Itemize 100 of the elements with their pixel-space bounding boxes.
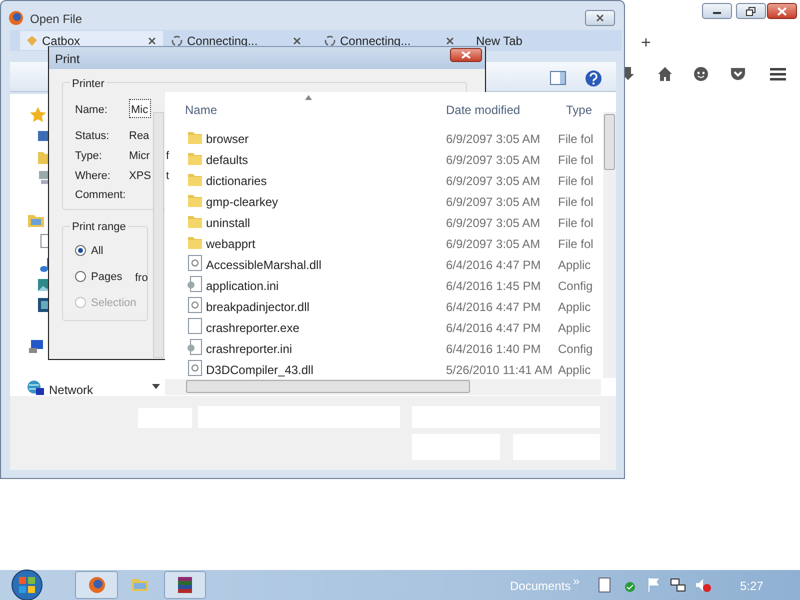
type-cell-text: File fol (558, 152, 594, 169)
window-title: Open File (30, 11, 82, 28)
type-cell-text: File fol (558, 236, 594, 253)
computer-icon[interactable] (28, 340, 44, 356)
field-label: Type: (75, 149, 102, 164)
close-button[interactable] (450, 48, 482, 62)
radio-label[interactable]: All (91, 243, 104, 260)
preview-pane-icon[interactable] (550, 70, 566, 86)
browser-tab[interactable]: New Tab (470, 31, 600, 50)
folder-icon (187, 171, 203, 187)
blank-file-icon (187, 318, 203, 334)
folder-icon (187, 213, 203, 229)
field-label: fro (135, 271, 148, 286)
file-name[interactable]: D3DCompiler_43.dll (206, 361, 314, 379)
restore-button[interactable] (736, 3, 766, 19)
file-name[interactable]: webapprt (206, 235, 256, 253)
dropdown-arrow-icon[interactable] (152, 384, 160, 390)
close-tab-icon[interactable] (445, 36, 455, 46)
file-name[interactable]: AccessibleMarshal.dll (206, 256, 322, 274)
loading-icon (324, 34, 336, 46)
settings-file-icon (187, 276, 203, 292)
close-button[interactable] (767, 3, 797, 19)
field-label: Where: (75, 169, 110, 184)
muted-speaker-icon[interactable] (695, 577, 711, 593)
menu-icon[interactable] (770, 66, 786, 82)
close-icon[interactable] (595, 13, 605, 23)
favorites-star-icon[interactable] (30, 107, 46, 123)
field-label: Comment: (75, 188, 126, 203)
chat-icon[interactable] (693, 66, 709, 82)
help-icon[interactable] (585, 70, 602, 87)
column-header[interactable]: Name (185, 101, 218, 119)
column-header[interactable]: Date modified (446, 101, 520, 119)
file-name[interactable]: uninstall (206, 214, 250, 232)
nav-item[interactable]: Network (49, 381, 94, 399)
type-cell-text: File fol (558, 194, 594, 211)
type-cell-text: Applic (558, 299, 591, 316)
library-icon[interactable] (28, 212, 44, 228)
site-icon (26, 34, 38, 46)
file-name[interactable]: crashreporter.ini (206, 340, 292, 358)
restore-icon[interactable] (746, 6, 756, 16)
printer-select[interactable]: Mic (129, 99, 151, 118)
file-name[interactable]: gmp-clearkey (206, 193, 278, 211)
file-name[interactable]: breakpadinjector.dll (206, 298, 310, 316)
dll-file-icon (187, 255, 203, 271)
date-cell-text: 6/4/2016 1:45 PM (446, 278, 541, 295)
dialog-title: Print (55, 51, 80, 68)
minimize-button[interactable] (702, 3, 732, 19)
taskbar-button[interactable] (75, 571, 118, 599)
field-value: f (166, 149, 170, 164)
close-tab-icon[interactable] (292, 36, 302, 46)
column-header[interactable]: Type (566, 101, 592, 119)
close-button[interactable] (585, 10, 615, 26)
browser-tab[interactable]: Connecting... (165, 31, 308, 50)
type-cell-text: File fol (558, 215, 594, 232)
pocket-icon[interactable] (730, 66, 746, 82)
archive-icon (177, 576, 193, 594)
taskbar-button[interactable] (164, 571, 206, 599)
date-cell-text: 6/9/2097 3:05 AM (446, 152, 540, 169)
file-name[interactable]: dictionaries (206, 172, 267, 190)
scroll-thumb[interactable] (604, 114, 615, 170)
type-cell-text: Applic (558, 320, 591, 337)
browser-tab[interactable]: Connecting... (318, 31, 461, 50)
start-button-icon[interactable] (9, 568, 45, 600)
type-cell-text: Config (558, 278, 593, 295)
new-tab-button[interactable]: + (641, 30, 651, 56)
date-cell-text: 6/4/2016 1:40 PM (446, 341, 541, 358)
file-name[interactable]: browser (206, 130, 249, 148)
field-label: Status: (75, 129, 110, 144)
field-value: XPS (129, 169, 152, 184)
browser-icon (8, 10, 24, 26)
date-cell-text: 6/4/2016 4:47 PM (446, 299, 541, 316)
file-name[interactable]: application.ini (206, 277, 279, 295)
date-cell-text: 6/4/2016 4:47 PM (446, 320, 541, 337)
type-cell-text: File fol (558, 131, 594, 148)
home-icon[interactable] (657, 66, 673, 82)
network-icon[interactable] (27, 380, 45, 397)
field-label: Name: (75, 103, 108, 118)
loading-icon (171, 34, 183, 46)
date-cell-text: 6/9/2097 3:05 AM (446, 131, 540, 148)
field-value: Rea (129, 129, 150, 144)
dll-file-icon (187, 360, 203, 376)
sort-arrow-icon (305, 95, 312, 100)
file-name[interactable]: crashreporter.exe (206, 319, 300, 337)
group-label: Print range (70, 219, 128, 236)
folder-icon (187, 192, 203, 208)
file-name[interactable]: defaults (206, 151, 248, 169)
type-cell-text: Applic (558, 257, 591, 274)
network-icon[interactable] (670, 577, 686, 593)
date-cell-text: 5/26/2010 11:41 AM (446, 362, 553, 379)
browser-icon (88, 576, 106, 594)
radio-label[interactable]: Pages (91, 269, 122, 286)
close-tab-icon[interactable] (147, 36, 157, 46)
folder-icon (187, 234, 203, 250)
date-cell-text: 6/9/2097 3:05 AM (446, 236, 540, 253)
settings-file-icon (187, 339, 203, 355)
document-icon[interactable] (597, 577, 613, 593)
scrollbar[interactable] (153, 112, 164, 358)
date-cell-text: 6/9/2097 3:05 AM (446, 173, 540, 190)
scroll-thumb[interactable] (186, 380, 470, 393)
field-value: Micr (129, 149, 150, 164)
